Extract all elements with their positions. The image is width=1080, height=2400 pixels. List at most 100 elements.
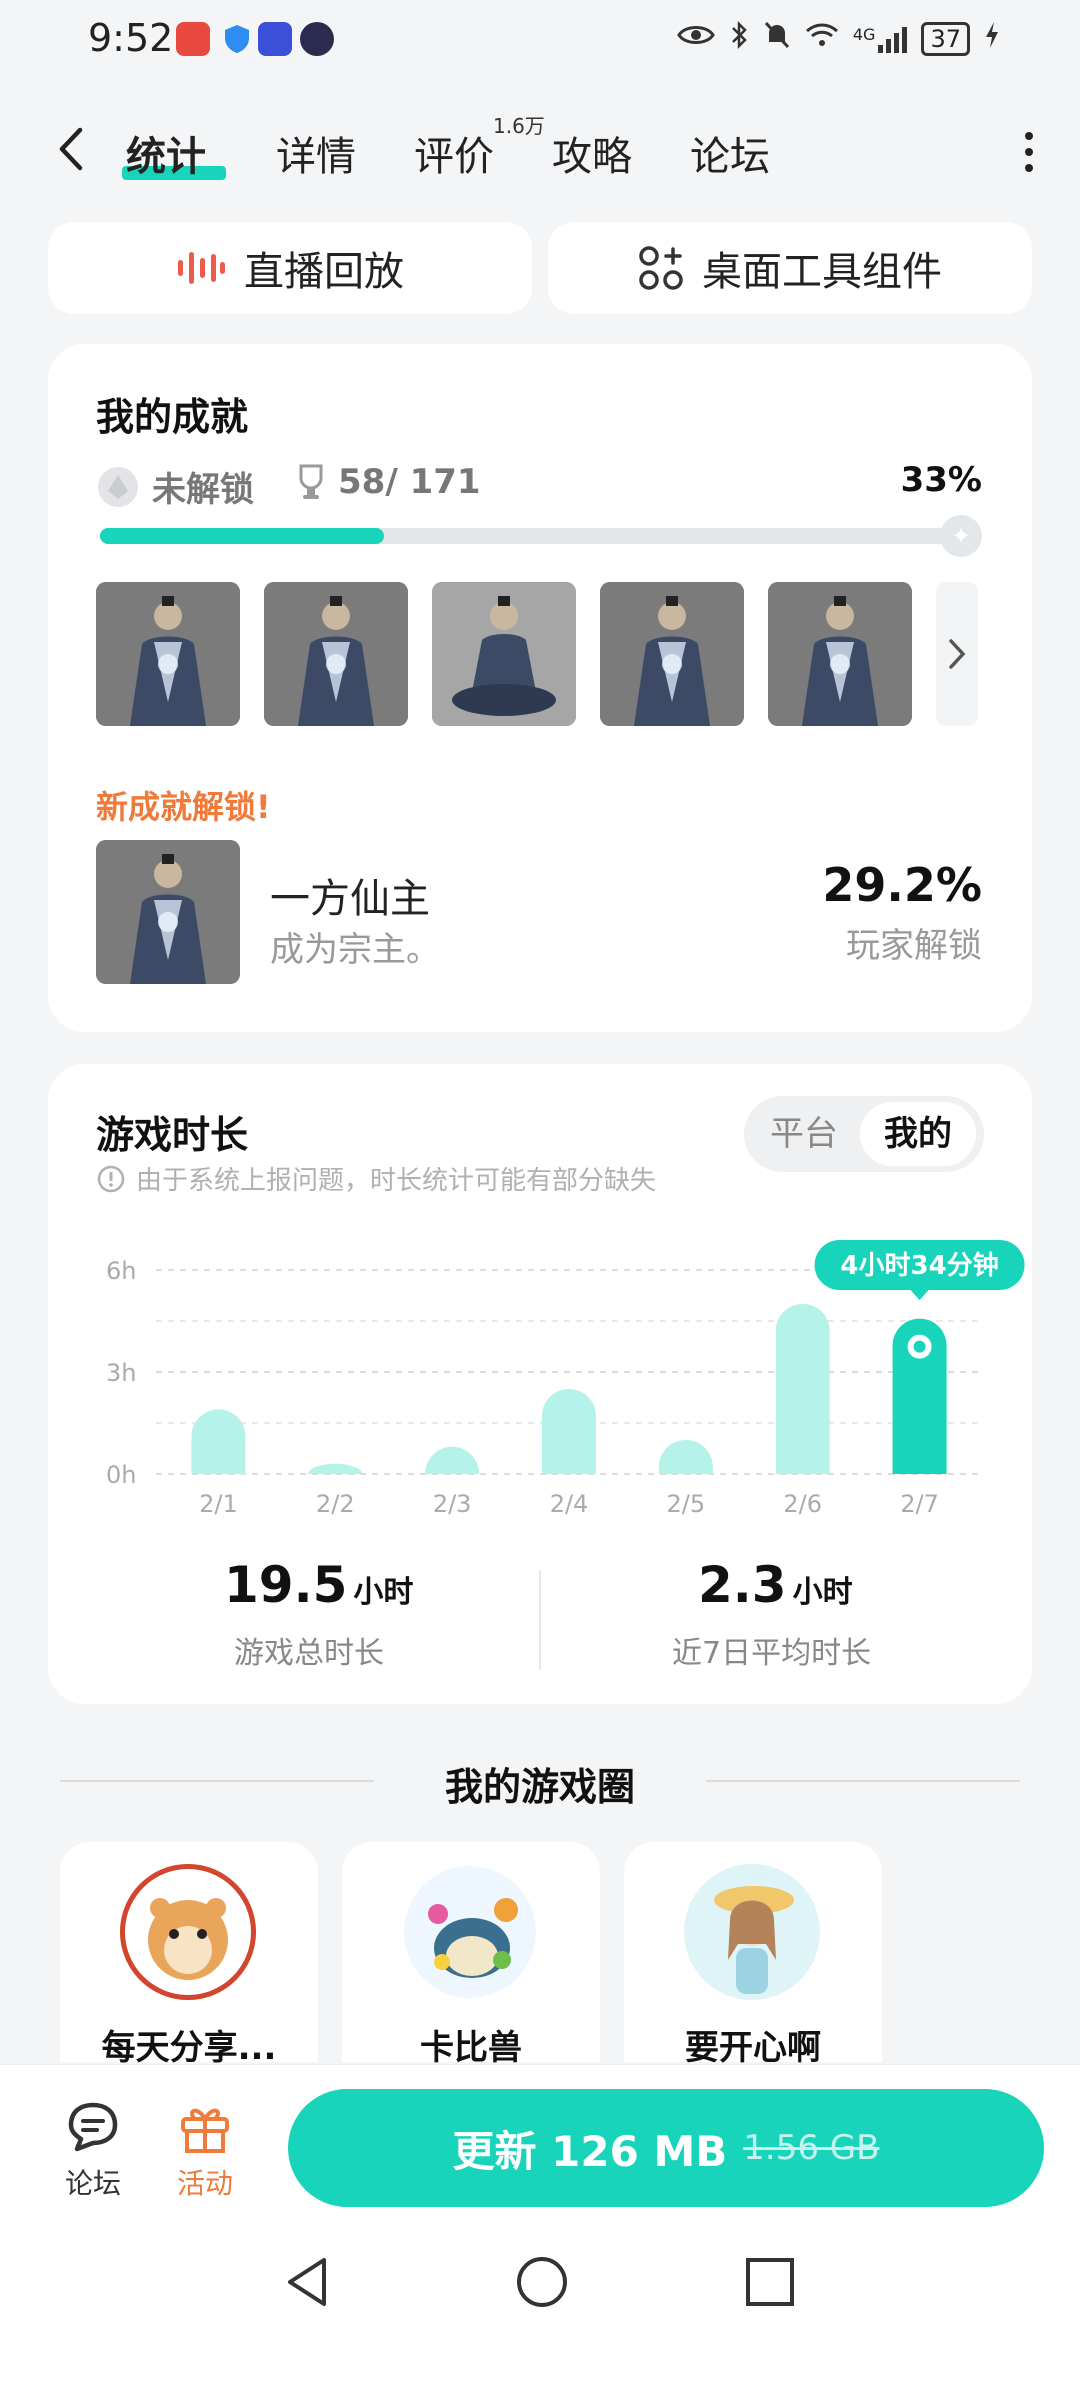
forum-button[interactable]: 论坛 bbox=[48, 2099, 138, 2202]
more-vertical-icon bbox=[1025, 132, 1033, 172]
snorlax-avatar bbox=[402, 1864, 538, 2000]
bottom-action-bar: 论坛 活动 更新 126 MB 1.56 GB bbox=[0, 2064, 1080, 2214]
tooltip-text: 4小时34分钟 bbox=[840, 1250, 998, 1281]
eye-icon bbox=[677, 21, 715, 56]
game-circle-name: 要开心啊 bbox=[685, 2028, 821, 2068]
top-nav: 统计 详情 评价 1.6万 攻略 论坛 bbox=[0, 110, 1080, 190]
signal-icon: 4G bbox=[853, 25, 908, 53]
x-tick-label: 2/7 bbox=[900, 1490, 939, 1518]
tieba-app-icon bbox=[258, 22, 292, 56]
hamster-avatar bbox=[120, 1864, 256, 2000]
seg-mine[interactable]: 我的 bbox=[860, 1102, 976, 1166]
bar bbox=[191, 1409, 246, 1474]
achievement-thumb[interactable] bbox=[432, 582, 576, 726]
nav-home-icon[interactable] bbox=[514, 2254, 570, 2310]
hamster-avatar-icon bbox=[120, 1864, 256, 2000]
progress-fill bbox=[100, 528, 384, 544]
nav-recents-icon[interactable] bbox=[744, 2256, 796, 2308]
meditating-figure-icon bbox=[432, 582, 576, 726]
snorlax-avatar-icon bbox=[404, 1866, 536, 1998]
avg-playtime: 2.3 小时 bbox=[698, 1556, 853, 1614]
achievement-thumb[interactable] bbox=[600, 582, 744, 726]
achievement-thumb[interactable] bbox=[768, 582, 912, 726]
game-circle-item[interactable]: 要开心啊 bbox=[624, 1842, 882, 2068]
avg-playtime-unit: 小时 bbox=[792, 1575, 853, 1610]
cultivator-figure-icon bbox=[264, 582, 408, 726]
live-replay-label: 直播回放 bbox=[244, 249, 404, 295]
playtime-title: 游戏时长 bbox=[96, 1113, 249, 1157]
bar bbox=[658, 1440, 713, 1474]
achievement-thumb[interactable] bbox=[96, 582, 240, 726]
achievements-next-button[interactable] bbox=[936, 582, 978, 726]
locked-badge-icon bbox=[98, 466, 138, 507]
achievement-thumb[interactable] bbox=[264, 582, 408, 726]
nav-back-icon[interactable] bbox=[282, 2254, 332, 2310]
achievements-title: 我的成就 bbox=[96, 395, 249, 439]
update-button[interactable]: 更新 126 MB 1.56 GB bbox=[288, 2089, 1044, 2207]
game-circle-name: 每天分享... bbox=[101, 2028, 277, 2068]
game-circle-title: 我的游戏圈 bbox=[444, 1765, 635, 1809]
cultivator-figure-icon bbox=[96, 582, 240, 726]
total-playtime-value: 19.5 bbox=[224, 1556, 348, 1614]
live-replay-button[interactable]: 直播回放 bbox=[48, 222, 532, 314]
y-tick-label: 3h bbox=[106, 1359, 136, 1387]
charging-icon bbox=[984, 20, 1000, 57]
data-notice: 由于系统上报问题，时长统计可能有部分缺失 bbox=[96, 1160, 656, 1197]
bar bbox=[542, 1389, 596, 1474]
new-achievement-name: 一方仙主 bbox=[270, 876, 430, 922]
shield-app-icon bbox=[220, 22, 254, 56]
cultivator-figure-icon bbox=[96, 840, 240, 984]
tab-details[interactable]: 详情 bbox=[276, 124, 356, 182]
total-playtime: 19.5 小时 bbox=[224, 1556, 413, 1614]
activity-button[interactable]: 活动 bbox=[160, 2099, 250, 2202]
huawei-app-icon bbox=[176, 22, 210, 56]
system-nav-bar bbox=[0, 2214, 1080, 2400]
y-tick-label: 0h bbox=[106, 1461, 136, 1489]
x-tick-label: 2/4 bbox=[550, 1490, 589, 1518]
total-playtime-unit: 小时 bbox=[353, 1575, 414, 1610]
desktop-widget-button[interactable]: 桌面工具组件 bbox=[548, 222, 1032, 314]
tab-forum[interactable]: 论坛 bbox=[690, 124, 770, 182]
locked-filter[interactable]: 未解锁 bbox=[96, 462, 254, 511]
bar bbox=[775, 1304, 830, 1474]
game-circle-name: 卡比兽 bbox=[420, 2028, 522, 2068]
locked-label: 未解锁 bbox=[152, 470, 254, 510]
avg-playtime-value: 2.3 bbox=[698, 1556, 787, 1614]
playtime-chart: 0h 3h 6h 2/1 2/2 2/3 2/4 2/5 2/6 2/7 4小时34分钟 bbox=[106, 1240, 1025, 1518]
forum-chat-icon bbox=[68, 2102, 118, 2152]
status-time: 9:52 bbox=[88, 16, 174, 60]
wifi-icon bbox=[805, 21, 839, 56]
data-notice-text: 由于系统上报问题，时长统计可能有部分缺失 bbox=[136, 1166, 657, 1196]
x-tick-label: 2/5 bbox=[667, 1490, 706, 1518]
tab-stats[interactable]: 统计 bbox=[126, 124, 206, 182]
old-size-label: 1.56 GB bbox=[743, 2128, 880, 2168]
game-app-icon bbox=[300, 22, 334, 56]
x-tick-label: 2/6 bbox=[783, 1490, 822, 1518]
new-achievement-thumb[interactable] bbox=[96, 840, 240, 984]
trophy-count: 58/ 171 bbox=[294, 462, 481, 502]
gift-icon bbox=[181, 2108, 229, 2153]
status-icons: 4G 37 bbox=[677, 20, 1000, 57]
stat-divider bbox=[539, 1570, 541, 1670]
section-divider bbox=[706, 1780, 1020, 1782]
unlock-rate-label: 玩家解锁 bbox=[846, 926, 982, 966]
game-circle-item[interactable]: 卡比兽 bbox=[342, 1842, 600, 2068]
tab-reviews[interactable]: 评价 bbox=[414, 124, 494, 182]
tab-guides[interactable]: 攻略 bbox=[552, 124, 632, 182]
back-button[interactable] bbox=[52, 124, 92, 174]
audio-wave-icon bbox=[178, 252, 225, 284]
widget-grid-icon bbox=[639, 246, 683, 290]
progress-star-icon: ✦ bbox=[940, 515, 982, 557]
unlock-rate: 29.2% bbox=[822, 858, 982, 912]
new-unlock-label: 新成就解锁! bbox=[96, 788, 271, 826]
cultivator-figure-icon bbox=[600, 582, 744, 726]
avg-playtime-label: 近7日平均时长 bbox=[672, 1636, 872, 1671]
girl-avatar bbox=[684, 1864, 820, 2000]
bar-marker-dot bbox=[913, 1340, 926, 1353]
playtime-source-toggle: 平台 我的 bbox=[744, 1096, 984, 1172]
seg-platform[interactable]: 平台 bbox=[752, 1102, 856, 1166]
more-menu-button[interactable] bbox=[1024, 130, 1034, 174]
game-circle-item[interactable]: 每天分享... bbox=[60, 1842, 318, 2068]
desktop-widget-label: 桌面工具组件 bbox=[702, 249, 942, 295]
mute-bell-icon bbox=[763, 20, 791, 57]
